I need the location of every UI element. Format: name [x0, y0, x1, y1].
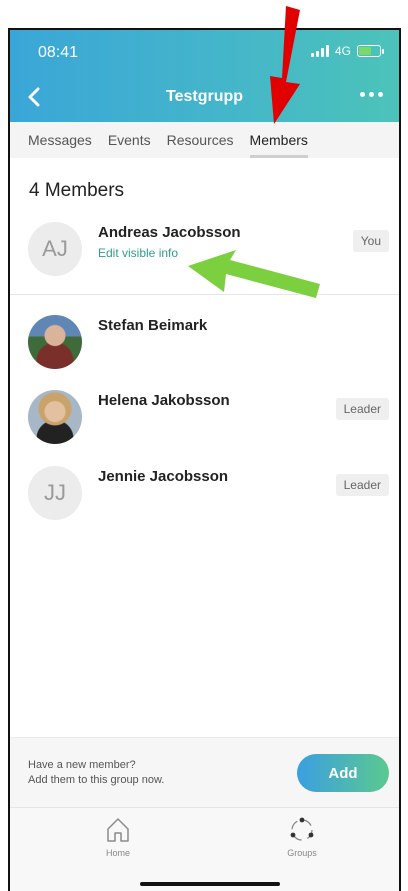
- tab-messages[interactable]: Messages: [28, 122, 92, 158]
- member-row-helena[interactable]: Helena Jakobsson Leader: [10, 390, 399, 460]
- add-member-button[interactable]: Add: [297, 754, 389, 792]
- member-row-andreas[interactable]: AJ Andreas Jacobsson Edit visible info Y…: [10, 222, 399, 292]
- tab-bar: Messages Events Resources Members: [10, 122, 399, 158]
- members-count-heading: 4 Members: [29, 180, 125, 201]
- nav-home[interactable]: Home: [78, 816, 158, 858]
- invite-bar: Have a new member? Add them to this grou…: [10, 737, 399, 807]
- divider: [10, 294, 399, 295]
- avatar-photo: [28, 315, 82, 369]
- bottom-navigation: Home Groups: [10, 807, 399, 891]
- avatar: JJ: [28, 466, 82, 520]
- invite-line-2: Add them to this group now.: [28, 774, 165, 786]
- home-indicator: [140, 882, 280, 886]
- leader-badge: Leader: [335, 398, 389, 420]
- invite-text: Have a new member? Add them to this grou…: [28, 758, 164, 788]
- member-name: Helena Jakobsson: [98, 392, 230, 409]
- signal-icon: [310, 45, 329, 57]
- edit-visible-info-link[interactable]: Edit visible info: [98, 246, 178, 260]
- tab-resources[interactable]: Resources: [167, 122, 234, 158]
- avatar-photo: [28, 390, 82, 444]
- you-badge: You: [352, 230, 389, 252]
- tab-members[interactable]: Members: [249, 122, 309, 158]
- nav-home-label: Home: [105, 848, 130, 858]
- nav-groups[interactable]: Groups: [262, 816, 342, 858]
- network-label: 4G: [334, 44, 351, 58]
- member-row-jennie[interactable]: JJ Jennie Jacobsson Leader: [10, 466, 399, 536]
- groups-icon: [290, 817, 314, 841]
- nav-groups-label: Groups: [287, 848, 317, 858]
- invite-line-1: Have a new member?: [28, 759, 136, 771]
- leader-badge: Leader: [335, 474, 389, 496]
- screenshot-frame: 08:41 4G Testgrupp Messages Events Resou…: [0, 0, 408, 891]
- page-title: Testgrupp: [165, 88, 244, 105]
- phone-screen: 08:41 4G Testgrupp Messages Events Resou…: [8, 28, 401, 891]
- home-icon: [107, 818, 129, 842]
- battery-icon: [357, 45, 384, 57]
- member-row-stefan[interactable]: Stefan Beimark: [10, 315, 399, 385]
- status-indicators: 4G: [310, 44, 384, 58]
- more-options-icon[interactable]: [360, 92, 383, 97]
- member-name: Stefan Beimark: [98, 317, 208, 334]
- avatar: AJ: [28, 222, 82, 276]
- member-name: Jennie Jacobsson: [98, 468, 229, 485]
- member-name: Andreas Jacobsson: [98, 224, 241, 241]
- app-header: 08:41 4G Testgrupp: [10, 30, 399, 122]
- tab-events[interactable]: Events: [108, 122, 151, 158]
- status-time: 08:41: [38, 44, 79, 61]
